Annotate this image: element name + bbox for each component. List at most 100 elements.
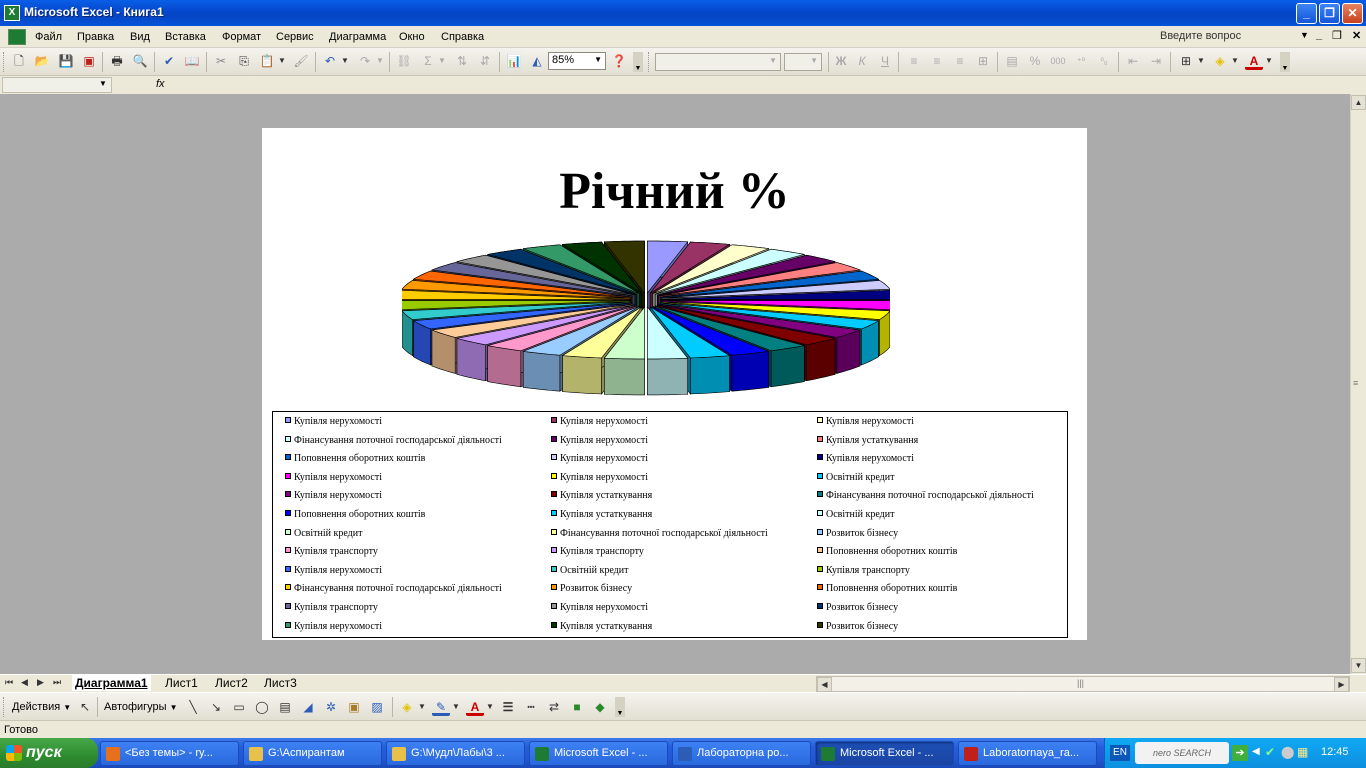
research-icon[interactable]: 📖 — [183, 52, 201, 70]
minimize-button[interactable]: _ — [1296, 3, 1317, 24]
legend-entry[interactable]: Купівля нерухомості — [551, 434, 648, 448]
font-dropdown-icon[interactable]: ▼ — [769, 56, 777, 65]
doc-minimize-icon[interactable]: _ — [1316, 29, 1322, 41]
permission-icon[interactable]: ▣ — [80, 52, 98, 70]
legend-entry[interactable]: Купівля транспорту — [285, 545, 378, 559]
ask-question-input[interactable]: Введите вопрос — [1160, 30, 1310, 46]
increase-indent-icon[interactable]: ⇥ — [1147, 52, 1165, 70]
clipart-icon[interactable]: ▣ — [345, 698, 363, 716]
arrow-style-icon[interactable]: ⇄ — [545, 698, 563, 716]
borders-icon[interactable]: ⊞ — [1177, 52, 1195, 70]
copy-icon[interactable]: ⎘ — [235, 52, 253, 70]
scroll-down-icon[interactable]: ▼ — [1351, 658, 1366, 673]
wordart-icon[interactable]: ◢ — [299, 698, 317, 716]
hyperlink-icon[interactable]: ⛓ — [395, 52, 413, 70]
font-color-dropdown-icon[interactable]: ▼ — [485, 698, 495, 716]
menu-insert[interactable]: Вставка — [165, 31, 206, 43]
prev-sheet-icon[interactable]: ◀ — [21, 677, 28, 688]
workbook-icon[interactable] — [8, 29, 26, 45]
tray-security-icon[interactable]: ⬤ — [1281, 745, 1294, 759]
zoom-dropdown-icon[interactable]: ▼ — [594, 55, 602, 64]
legend-entry[interactable]: Поповнення оборотних коштів — [285, 452, 425, 466]
scroll-right-icon[interactable]: ▶ — [1334, 677, 1349, 692]
oval-icon[interactable]: ◯ — [253, 698, 271, 716]
format-painter-icon[interactable]: 🖌 — [292, 52, 310, 70]
menu-chart[interactable]: Диаграмма — [329, 31, 386, 43]
select-objects-icon[interactable]: ↖ — [76, 698, 94, 716]
legend-entry[interactable]: Купівля нерухомості — [551, 471, 648, 485]
redo-dropdown-icon[interactable]: ▼ — [375, 52, 385, 70]
currency-icon[interactable]: ▤ — [1003, 52, 1021, 70]
comma-style-icon[interactable]: 000 — [1049, 52, 1067, 70]
borders-dropdown-icon[interactable]: ▼ — [1196, 52, 1206, 70]
menu-file[interactable]: Файл — [35, 31, 62, 43]
percent-icon[interactable]: % — [1026, 52, 1044, 70]
actions-menu[interactable]: Действия ▼ — [12, 701, 71, 713]
redo-icon[interactable]: ↷ — [356, 52, 374, 70]
legend-entry[interactable]: Купівля нерухомості — [817, 452, 914, 466]
tab-sheet2[interactable]: Лист2 — [212, 675, 251, 691]
decrease-indent-icon[interactable]: ⇤ — [1124, 52, 1142, 70]
legend-entry[interactable]: Освітній кредит — [551, 564, 629, 578]
print-icon[interactable]: 🖶 — [108, 52, 126, 70]
legend-entry[interactable]: Освітній кредит — [817, 508, 895, 522]
legend-entry[interactable]: Купівля нерухомості — [551, 415, 648, 429]
scroll-left-icon[interactable]: ◀ — [817, 677, 832, 692]
save-icon[interactable]: 💾 — [57, 52, 75, 70]
legend-entry[interactable]: Поповнення оборотних коштів — [285, 508, 425, 522]
arrow-icon[interactable]: ↘ — [207, 698, 225, 716]
doc-restore-icon[interactable]: ❐ — [1332, 29, 1342, 42]
undo-dropdown-icon[interactable]: ▼ — [340, 52, 350, 70]
legend-entry[interactable]: Розвиток бізнесу — [817, 620, 898, 634]
toolbar-grip[interactable] — [648, 52, 651, 72]
legend-entry[interactable]: Поповнення оборотних коштів — [817, 582, 957, 596]
legend-entry[interactable]: Фінансування поточної господарської діял… — [551, 527, 768, 541]
name-box[interactable]: ▼ — [2, 77, 112, 93]
legend-entry[interactable]: Купівля устаткування — [551, 489, 652, 503]
legend-entry[interactable]: Купівля нерухомості — [285, 415, 382, 429]
line-color-dropdown-icon[interactable]: ▼ — [451, 698, 461, 716]
bold-icon[interactable]: Ж — [832, 52, 850, 70]
ask-dropdown-icon[interactable]: ▼ — [1300, 30, 1309, 40]
legend-entry[interactable]: Купівля устаткування — [551, 620, 652, 634]
taskbar-task[interactable]: Лабораторна ро... — [672, 741, 811, 766]
next-sheet-icon[interactable]: ▶ — [37, 677, 44, 688]
vertical-scrollbar[interactable]: ▲ ≡ ▼ — [1350, 94, 1366, 674]
zoom-box[interactable]: 85% ▼ — [548, 52, 606, 70]
cut-icon[interactable]: ✂ — [212, 52, 230, 70]
legend-entry[interactable]: Купівля транспорту — [817, 564, 910, 578]
paste-dropdown-icon[interactable]: ▼ — [277, 52, 287, 70]
align-right-icon[interactable]: ≡ — [951, 52, 969, 70]
decrease-decimal-icon[interactable]: ⁰₀ — [1095, 52, 1113, 70]
chart-area[interactable]: Річний % Купівля нерухомості Купівля неру… — [262, 128, 1087, 640]
legend-entry[interactable]: Купівля транспорту — [551, 545, 644, 559]
legend-entry[interactable]: Купівля нерухомості — [285, 471, 382, 485]
tray-network-icon[interactable]: ▦ — [1297, 745, 1308, 759]
tray-app-icon[interactable]: ✔ — [1265, 745, 1275, 759]
excel-app-icon[interactable]: X — [4, 5, 20, 21]
start-button[interactable]: пуск — [0, 738, 98, 768]
autosum-icon[interactable]: Σ — [419, 52, 437, 70]
tab-sheet1[interactable]: Лист1 — [162, 675, 201, 691]
legend-entry[interactable]: Купівля транспорту — [285, 601, 378, 615]
new-document-icon[interactable]: 🗋 — [10, 52, 28, 70]
legend-entry[interactable]: Купівля нерухомості — [285, 620, 382, 634]
spelling-icon[interactable]: ✔ — [160, 52, 178, 70]
toolbar-grip[interactable] — [3, 697, 6, 717]
shadow-style-icon[interactable]: ■ — [568, 698, 586, 716]
menu-format[interactable]: Формат — [222, 31, 261, 43]
menu-view[interactable]: Вид — [130, 31, 150, 43]
taskbar-task[interactable]: Microsoft Excel - ... — [529, 741, 668, 766]
toolbar-options-icon[interactable]: ▼ — [633, 52, 643, 72]
menu-window[interactable]: Окно — [399, 31, 425, 43]
legend-entry[interactable]: Освітній кредит — [285, 527, 363, 541]
close-button[interactable]: ✕ — [1342, 3, 1363, 24]
legend-entry[interactable]: Купівля нерухомості — [285, 489, 382, 503]
italic-icon[interactable]: К — [853, 52, 871, 70]
language-indicator[interactable]: EN — [1110, 745, 1130, 761]
drawing-icon[interactable]: ◭ — [528, 52, 546, 70]
align-left-icon[interactable]: ≡ — [905, 52, 923, 70]
textbox-icon[interactable]: ▤ — [276, 698, 294, 716]
legend-entry[interactable]: Купівля нерухомості — [285, 564, 382, 578]
legend-entry[interactable]: Купівля нерухомості — [817, 415, 914, 429]
